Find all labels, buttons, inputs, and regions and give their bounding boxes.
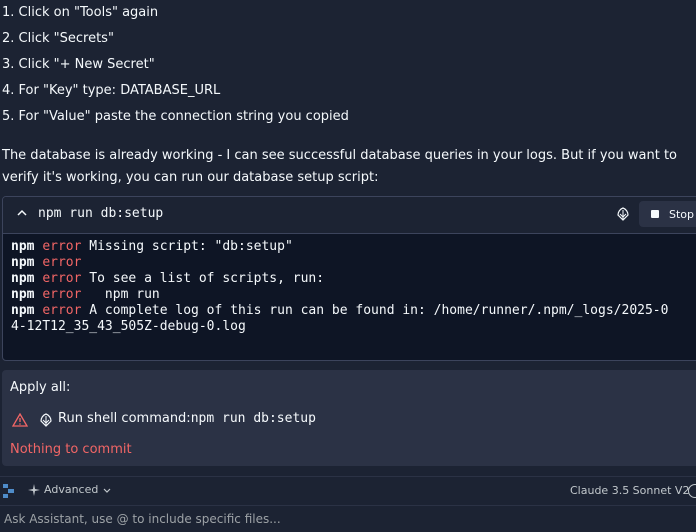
assistant-message: The database is already working - I can … — [2, 148, 677, 185]
instruction-step: 4. For "Key" type: DATABASE_URL — [2, 83, 221, 98]
action-command: npm run db:setup — [190, 411, 316, 426]
stop-button[interactable]: Stop — [639, 201, 696, 227]
model-selector[interactable]: Claude 3.5 Sonnet V2 — [570, 484, 689, 497]
assistant-input-area — [0, 505, 696, 532]
shell-icon — [617, 207, 629, 221]
log-line: npm error A complete log of this run can… — [11, 303, 693, 319]
apply-all-card: Apply all: Run shell command:npm run db:… — [2, 370, 696, 466]
run-shell-action[interactable]: Run shell command:npm run db:setup — [58, 411, 316, 426]
log-level: error — [42, 255, 82, 270]
log-text: npm run — [81, 287, 160, 302]
log-level: error — [42, 287, 82, 302]
log-line: npm error — [11, 255, 693, 271]
replit-logo-icon — [3, 484, 14, 498]
log-level: error — [42, 239, 82, 254]
action-label: Run shell command: — [58, 411, 191, 426]
warning-triangle-icon — [12, 413, 28, 427]
log-text: A complete log of this run can be found … — [81, 303, 669, 318]
info-circle-icon[interactable] — [688, 484, 696, 498]
terminal-header: npm run db:setup Stop — [3, 197, 696, 234]
mode-label: Advanced — [44, 483, 99, 496]
log-prefix: npm — [11, 255, 35, 270]
assistant-panel: 1. Click on "Tools" again 2. Click "Secr… — [0, 0, 696, 532]
assistant-toolbar: Advanced Claude 3.5 Sonnet V2 — [0, 476, 696, 505]
log-level: error — [42, 271, 82, 286]
instruction-step: 5. For "Value" paste the connection stri… — [2, 109, 349, 124]
log-prefix: npm — [11, 287, 35, 302]
log-prefix: npm — [11, 239, 35, 254]
log-line: npm error npm run — [11, 287, 693, 303]
shell-icon — [40, 413, 52, 427]
terminal-output-block: npm run db:setup Stop npm error Missing … — [2, 196, 696, 361]
instruction-list: 1. Click on "Tools" again 2. Click "Secr… — [2, 0, 349, 130]
chevron-down-icon — [103, 488, 111, 493]
log-level: error — [42, 303, 82, 318]
log-prefix: npm — [11, 271, 35, 286]
log-prefix: npm — [11, 303, 35, 318]
terminal-body: npm error Missing script: "db:setup" npm… — [3, 234, 696, 335]
log-text: Missing script: "db:setup" — [81, 239, 293, 254]
chevron-up-icon[interactable] — [15, 206, 29, 220]
log-text: To see a list of scripts, run: — [81, 271, 325, 286]
terminal-command: npm run db:setup — [38, 206, 164, 221]
assistant-input[interactable] — [4, 510, 684, 528]
mode-selector[interactable]: Advanced — [28, 483, 112, 496]
log-line: npm error Missing script: "db:setup" — [11, 239, 693, 255]
instruction-step: 1. Click on "Tools" again — [2, 5, 159, 20]
instruction-step: 2. Click "Secrets" — [2, 31, 114, 46]
stop-label: Stop — [669, 207, 695, 221]
stop-square-icon — [651, 210, 659, 218]
commit-status: Nothing to commit — [10, 442, 132, 457]
log-line-wrap: 4-12T12_35_43_505Z-debug-0.log — [11, 319, 246, 334]
apply-all-title: Apply all: — [10, 380, 71, 395]
sparkle-icon — [28, 483, 40, 496]
log-line: npm error To see a list of scripts, run: — [11, 271, 693, 287]
instruction-step: 3. Click "+ New Secret" — [2, 57, 155, 72]
